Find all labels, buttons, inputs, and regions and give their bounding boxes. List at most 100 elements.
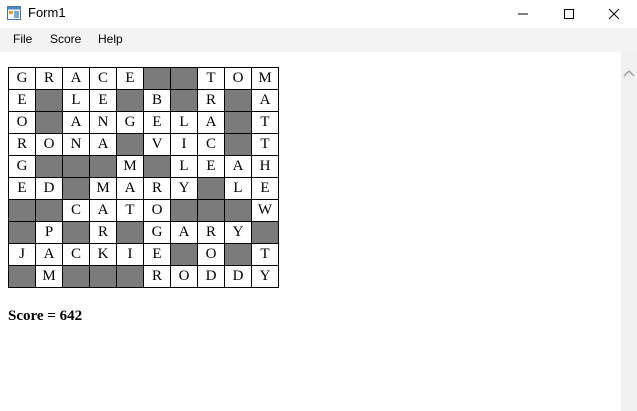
grid-cell: E [143, 111, 171, 134]
grid-cell: M [89, 177, 117, 200]
grid-cell: I [116, 243, 144, 266]
grid-cell-blocked [116, 89, 144, 112]
grid-cell-blocked [224, 199, 252, 222]
grid-cell: W [251, 199, 279, 222]
grid-cell: R [89, 221, 117, 244]
grid-cell-blocked [224, 243, 252, 266]
grid-cell-blocked [89, 155, 117, 178]
grid-cell: L [224, 177, 252, 200]
maximize-button[interactable] [546, 0, 592, 28]
grid-cell: O [8, 111, 36, 134]
vertical-scrollbar[interactable] [621, 52, 637, 411]
grid-cell: C [197, 133, 225, 156]
grid-cell-blocked [143, 155, 171, 178]
grid-cell-blocked [62, 265, 90, 288]
grid-cell-blocked [197, 199, 225, 222]
grid-cell: R [35, 67, 63, 90]
grid-cell: G [143, 221, 171, 244]
grid-cell-blocked [224, 89, 252, 112]
grid-cell-blocked [62, 221, 90, 244]
grid-cell-blocked [170, 89, 198, 112]
grid-cell: T [251, 111, 279, 134]
grid-cell: A [35, 243, 63, 266]
grid-cell-blocked [170, 199, 198, 222]
menu-bar: File Score Help [0, 28, 637, 52]
grid-cell-blocked [170, 243, 198, 266]
grid-cell: E [143, 243, 171, 266]
minimize-button[interactable] [500, 0, 546, 28]
grid-cell: A [251, 89, 279, 112]
grid-cell: T [251, 243, 279, 266]
grid-cell: A [89, 199, 117, 222]
grid-cell-blocked [143, 67, 171, 90]
grid-cell-blocked [35, 111, 63, 134]
close-icon [608, 8, 620, 20]
grid-cell-blocked [251, 221, 279, 244]
grid-cell: A [62, 111, 90, 134]
grid-cell-blocked [62, 177, 90, 200]
title-bar: Form1 [0, 0, 637, 28]
grid-cell: A [197, 111, 225, 134]
grid-cell: O [197, 243, 225, 266]
grid-cell: O [143, 199, 171, 222]
grid-cell: O [224, 67, 252, 90]
window-title: Form1 [28, 5, 66, 20]
grid-cell-blocked [89, 265, 117, 288]
score-label: Score = 642 [8, 308, 83, 324]
grid-cell-blocked [8, 221, 36, 244]
grid-cell-blocked [197, 177, 225, 200]
grid-cell: E [8, 89, 36, 112]
grid-cell: J [8, 243, 36, 266]
grid-cell: L [62, 89, 90, 112]
grid-cell: H [251, 155, 279, 178]
grid-cell: G [8, 67, 36, 90]
crossword-grid: GRACETOMELEBRAOANGELATRONAVICTGMLEAHEDMA… [8, 67, 279, 288]
grid-cell: L [170, 111, 198, 134]
grid-cell: G [8, 155, 36, 178]
grid-cell: R [8, 133, 36, 156]
grid-cell: T [197, 67, 225, 90]
maximize-icon [564, 9, 574, 19]
grid-cell: K [89, 243, 117, 266]
grid-cell: M [116, 155, 144, 178]
grid-cell-blocked [62, 155, 90, 178]
grid-cell-blocked [35, 89, 63, 112]
grid-cell: M [251, 67, 279, 90]
grid-cell: A [170, 221, 198, 244]
grid-cell-blocked [35, 155, 63, 178]
grid-cell: A [89, 133, 117, 156]
grid-cell-blocked [35, 199, 63, 222]
grid-cell-blocked [170, 67, 198, 90]
grid-cell: O [35, 133, 63, 156]
grid-cell: Y [251, 265, 279, 288]
grid-cell: A [224, 155, 252, 178]
menu-score[interactable]: Score [50, 32, 81, 46]
grid-cell: A [116, 177, 144, 200]
grid-cell: D [197, 265, 225, 288]
grid-cell: O [170, 265, 198, 288]
grid-cell: G [116, 111, 144, 134]
menu-help[interactable]: Help [98, 32, 123, 46]
grid-cell: D [224, 265, 252, 288]
grid-cell: N [89, 111, 117, 134]
close-button[interactable] [591, 0, 637, 28]
grid-cell: E [116, 67, 144, 90]
grid-cell-blocked [116, 133, 144, 156]
grid-cell: C [62, 199, 90, 222]
grid-cell-blocked [8, 265, 36, 288]
grid-cell: T [251, 133, 279, 156]
grid-cell: A [62, 67, 90, 90]
menu-file[interactable]: File [13, 32, 32, 46]
grid-cell-blocked [224, 111, 252, 134]
grid-cell: Y [170, 177, 198, 200]
grid-cell: N [62, 133, 90, 156]
grid-cell: P [35, 221, 63, 244]
grid-cell: V [143, 133, 171, 156]
grid-cell: C [89, 67, 117, 90]
grid-cell-blocked [116, 265, 144, 288]
grid-cell: E [8, 177, 36, 200]
grid-cell: E [251, 177, 279, 200]
form-app-icon [7, 6, 21, 20]
chevron-up-icon[interactable] [621, 66, 637, 82]
grid-cell: R [197, 221, 225, 244]
